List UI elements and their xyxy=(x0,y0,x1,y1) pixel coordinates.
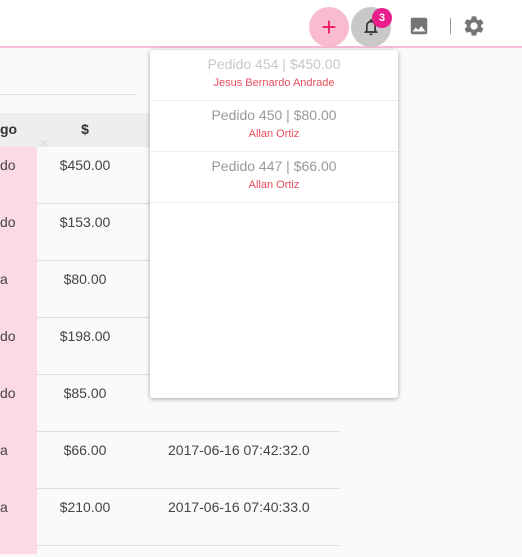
toolbar-divider xyxy=(450,18,451,34)
header-status[interactable]: go xyxy=(0,121,37,137)
notification-customer: Allan Ortiz xyxy=(248,179,300,191)
notifications-dropdown: Pedido 454 | $450.00 Jesus Bernardo Andr… xyxy=(150,50,398,398)
row-date: 2017-06-16 07:42:32.0 xyxy=(168,442,310,458)
row-amount: $198.00 xyxy=(59,328,111,344)
notification-item[interactable]: Pedido 447 | $66.00 Allan Ortiz xyxy=(150,152,398,203)
search-field-underline[interactable] xyxy=(0,94,136,95)
row-status: a xyxy=(0,432,37,489)
image-icon[interactable] xyxy=(408,15,430,37)
notification-count-badge: 3 xyxy=(372,8,392,28)
row-amount: $210.00 xyxy=(59,499,111,515)
notification-customer: Allan Ortiz xyxy=(248,128,300,140)
notification-title: Pedido 450 | $80.00 xyxy=(211,107,337,123)
header-amount[interactable]: $ xyxy=(37,121,133,137)
top-toolbar: + 3 xyxy=(0,0,522,48)
row-status: a xyxy=(0,489,37,546)
notification-customer: Jesus Bernardo Andrade xyxy=(213,77,335,89)
table-row xyxy=(0,546,340,554)
row-amount: $66.00 xyxy=(63,442,107,458)
gear-icon[interactable] xyxy=(462,14,486,38)
row-amount: $153.00 xyxy=(59,214,111,230)
notification-title: Pedido 447 | $66.00 xyxy=(211,158,337,174)
table-row[interactable]: a $210.00 2017-06-16 07:40:33.0 xyxy=(0,489,340,546)
row-status: do xyxy=(0,318,37,375)
row-status: a xyxy=(0,261,37,318)
notification-item[interactable]: Pedido 450 | $80.00 Allan Ortiz xyxy=(150,101,398,152)
row-date: 2017-06-16 07:40:33.0 xyxy=(168,499,310,515)
row-status: do xyxy=(0,147,37,204)
table-row[interactable]: a $66.00 2017-06-16 07:42:32.0 xyxy=(0,432,340,489)
notification-title: Pedido 454 | $450.00 xyxy=(207,56,341,72)
row-status xyxy=(0,546,37,554)
row-amount: $80.00 xyxy=(63,271,107,287)
notification-item[interactable]: Pedido 454 | $450.00 Jesus Bernardo Andr… xyxy=(150,50,398,101)
row-amount: $85.00 xyxy=(63,385,107,401)
row-status: do xyxy=(0,204,37,261)
add-button[interactable]: + xyxy=(309,7,349,47)
row-amount: $450.00 xyxy=(59,157,111,173)
row-status: do xyxy=(0,375,37,432)
